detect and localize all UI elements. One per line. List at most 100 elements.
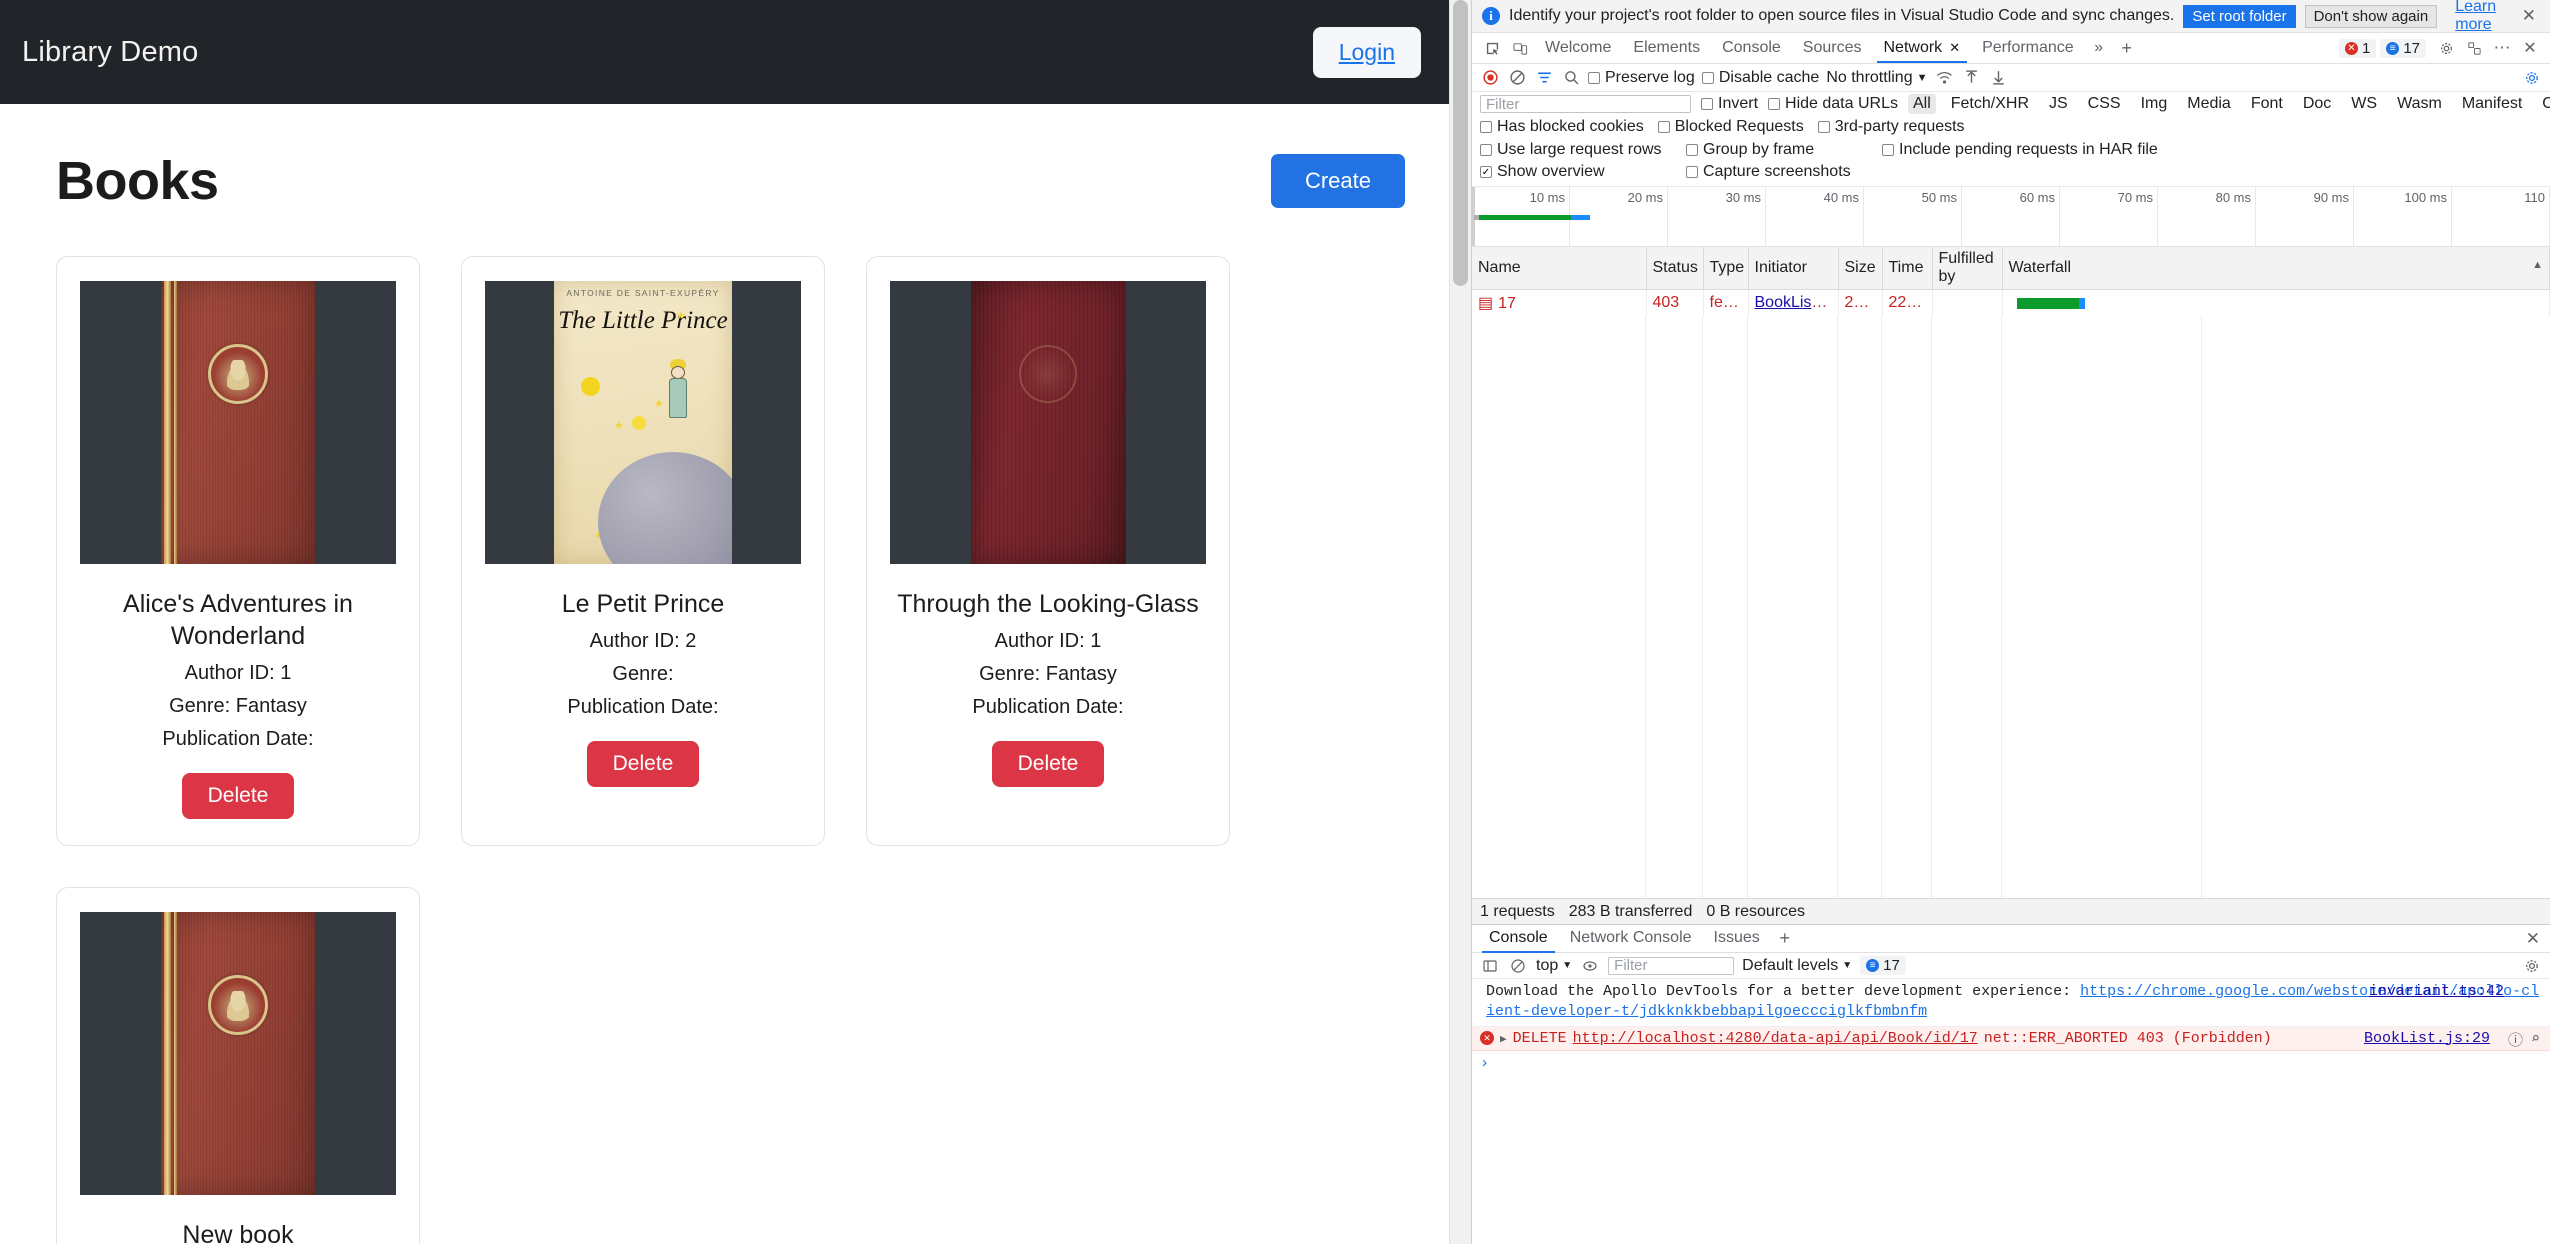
console-info-count-badge[interactable]: ≡ 17: [1860, 956, 1906, 975]
column-header-type[interactable]: Type: [1703, 247, 1748, 290]
tab-network[interactable]: Network ✕: [1873, 35, 1972, 62]
tab-elements[interactable]: Elements: [1622, 35, 1711, 62]
scrollbar-thumb[interactable]: [1453, 0, 1468, 286]
execution-context-select[interactable]: top ▼: [1536, 957, 1572, 975]
clear-icon[interactable]: [1507, 68, 1527, 88]
resource-type-ws[interactable]: WS: [2346, 94, 2382, 114]
expand-arrow-icon[interactable]: ▶: [1500, 1032, 1507, 1046]
dont-show-again-button[interactable]: Don't show again: [2305, 5, 2438, 28]
close-drawer-icon[interactable]: ✕: [2522, 929, 2544, 949]
hide-data-urls-checkbox[interactable]: Hide data URLs: [1768, 95, 1898, 113]
login-button[interactable]: Login: [1313, 27, 1421, 78]
group-by-frame-checkbox[interactable]: Group by frame: [1686, 141, 1882, 159]
tab-sources[interactable]: Sources: [1792, 35, 1873, 62]
device-toolbar-icon[interactable]: [1506, 36, 1534, 60]
preserve-log-checkbox[interactable]: Preserve log: [1588, 69, 1695, 87]
network-filter-input[interactable]: [1480, 95, 1691, 113]
column-header-initiator[interactable]: Initiator: [1748, 247, 1838, 290]
capture-screenshots-checkbox[interactable]: Capture screenshots: [1686, 163, 1882, 181]
column-header-size[interactable]: Size: [1838, 247, 1882, 290]
error-count-badge[interactable]: ✕ 1: [2339, 39, 2376, 58]
drawer-tab-network-console[interactable]: Network Console: [1559, 925, 1703, 952]
drawer-tab-console[interactable]: Console: [1478, 925, 1559, 952]
column-header-status[interactable]: Status: [1646, 247, 1703, 290]
console-error-source[interactable]: BookList.js:29: [2364, 1030, 2490, 1047]
import-har-icon[interactable]: [1961, 68, 1981, 88]
network-settings-gear-icon[interactable]: [2522, 68, 2542, 88]
has-blocked-cookies-checkbox[interactable]: Has blocked cookies: [1480, 118, 1644, 136]
third-party-requests-checkbox[interactable]: 3rd-party requests: [1818, 118, 1965, 136]
live-expression-icon[interactable]: [1580, 956, 1600, 976]
sort-ascending-icon[interactable]: ▲: [2532, 259, 2543, 271]
invert-checkbox[interactable]: Invert: [1701, 95, 1758, 113]
blocked-requests-checkbox[interactable]: Blocked Requests: [1658, 118, 1804, 136]
export-har-icon[interactable]: [1988, 68, 2008, 88]
network-conditions-icon[interactable]: [1934, 68, 1954, 88]
book-card[interactable]: Through the Looking-Glass Author ID: 1 G…: [866, 256, 1230, 846]
more-options-icon[interactable]: ⋯: [2488, 36, 2516, 60]
resource-type-all[interactable]: All: [1908, 94, 1936, 114]
resource-type-fetch-xhr[interactable]: Fetch/XHR: [1946, 94, 2034, 114]
console-filter-input[interactable]: [1608, 957, 1734, 975]
resource-type-media[interactable]: Media: [2182, 94, 2236, 114]
resource-type-wasm[interactable]: Wasm: [2392, 94, 2447, 114]
initiator-link[interactable]: BookList.js:29: [1755, 294, 1839, 311]
include-pending-har-checkbox[interactable]: Include pending requests in HAR file: [1882, 141, 2542, 159]
info-count-badge[interactable]: ≡ 17: [2380, 39, 2426, 58]
request-name-cell[interactable]: ▤17: [1472, 290, 1646, 317]
resource-type-other[interactable]: Other: [2537, 94, 2550, 114]
record-icon[interactable]: [1480, 68, 1500, 88]
set-root-folder-button[interactable]: Set root folder: [2183, 5, 2295, 28]
console-prompt[interactable]: ›: [1472, 1051, 2550, 1076]
add-drawer-tab-icon[interactable]: +: [1771, 927, 1799, 951]
page-scrollbar[interactable]: [1449, 0, 1471, 1244]
inspect-element-icon[interactable]: [1478, 36, 1506, 60]
column-header-fulfilled-by[interactable]: Fulfilled by: [1932, 247, 2002, 290]
network-overview-timeline[interactable]: 10 ms 20 ms 30 ms 40 ms 50 ms 60 ms 70 m…: [1472, 187, 2550, 247]
table-row[interactable]: ▤17 403 fetch BookList.js:29 283 B 22 ms: [1472, 290, 2550, 317]
book-card[interactable]: New book Author ID: 1 Genre: fantasy Del…: [56, 887, 420, 1244]
resource-type-manifest[interactable]: Manifest: [2457, 94, 2527, 114]
resource-type-font[interactable]: Font: [2246, 94, 2288, 114]
console-sidebar-icon[interactable]: [1480, 956, 1500, 976]
close-devtools-icon[interactable]: ✕: [2516, 36, 2544, 60]
console-message-source[interactable]: invariant.ts:42: [2369, 982, 2504, 1002]
use-large-request-rows-checkbox[interactable]: Use large request rows: [1480, 141, 1686, 159]
close-icon[interactable]: ✕: [1949, 40, 1960, 56]
console-error-url[interactable]: http://localhost:4280/data-api/api/Book/…: [1573, 1030, 1978, 1047]
tab-welcome[interactable]: Welcome: [1534, 35, 1622, 62]
delete-button[interactable]: Delete: [992, 741, 1105, 787]
resource-type-img[interactable]: Img: [2136, 94, 2173, 114]
resource-type-css[interactable]: CSS: [2083, 94, 2126, 114]
issue-info-icon[interactable]: ⓘ: [2508, 1029, 2523, 1050]
request-initiator-cell[interactable]: BookList.js:29: [1748, 290, 1838, 317]
customize-devtools-icon[interactable]: [2460, 36, 2488, 60]
column-header-waterfall[interactable]: Waterfall ▲: [2002, 247, 2550, 290]
drawer-tab-issues[interactable]: Issues: [1703, 925, 1771, 952]
learn-more-link[interactable]: Learn more: [2455, 0, 2509, 34]
throttling-select[interactable]: No throttling ▼: [1826, 69, 1927, 87]
tab-performance[interactable]: Performance: [1971, 35, 2085, 62]
book-card[interactable]: ANTOINE DE SAINT-EXUPÉRY The Little Prin…: [461, 256, 825, 846]
clear-console-icon[interactable]: [1508, 956, 1528, 976]
delete-button[interactable]: Delete: [587, 741, 700, 787]
delete-button[interactable]: Delete: [182, 773, 295, 819]
book-card[interactable]: Alice's Adventures in Wonderland Author …: [56, 256, 420, 846]
disable-cache-checkbox[interactable]: Disable cache: [1702, 69, 1820, 87]
search-icon[interactable]: ⌕: [2531, 1029, 2540, 1050]
create-button[interactable]: Create: [1271, 154, 1405, 208]
add-tab-icon[interactable]: +: [2113, 36, 2141, 60]
more-tabs-icon[interactable]: »: [2085, 36, 2113, 60]
close-icon[interactable]: ✕: [2518, 6, 2540, 26]
column-header-name[interactable]: Name: [1472, 247, 1646, 290]
console-settings-gear-icon[interactable]: [2522, 956, 2542, 976]
log-levels-select[interactable]: Default levels ▼: [1742, 957, 1852, 975]
search-icon[interactable]: [1561, 68, 1581, 88]
filter-icon[interactable]: [1534, 68, 1554, 88]
tab-console[interactable]: Console: [1711, 35, 1792, 62]
show-overview-checkbox[interactable]: ✓ Show overview: [1480, 163, 1686, 181]
resource-type-js[interactable]: JS: [2044, 94, 2073, 114]
column-header-time[interactable]: Time: [1882, 247, 1932, 290]
gear-icon[interactable]: [2432, 36, 2460, 60]
resource-type-doc[interactable]: Doc: [2298, 94, 2336, 114]
